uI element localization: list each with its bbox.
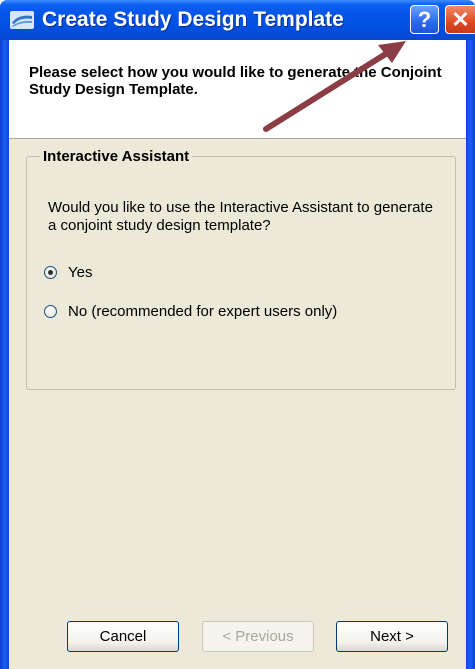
previous-button[interactable]: < Previous: [202, 621, 314, 652]
app-logo-icon: [10, 11, 34, 29]
cancel-button[interactable]: Cancel: [67, 621, 179, 652]
radio-option-yes[interactable]: Yes: [44, 264, 92, 281]
header-panel: Please select how you would like to gene…: [9, 40, 466, 139]
radio-label-yes[interactable]: Yes: [68, 264, 92, 281]
radio-label-no[interactable]: No (recommended for expert users only): [68, 303, 337, 320]
radio-button-no[interactable]: [44, 305, 57, 318]
window-title: Create Study Design Template: [42, 8, 344, 31]
title-bar[interactable]: Create Study Design Template ? ✕: [0, 0, 475, 40]
group-legend: Interactive Assistant: [40, 148, 193, 165]
window-frame-left: [0, 40, 9, 669]
interactive-assistant-group: Interactive Assistant Would you like to …: [26, 148, 456, 390]
radio-button-yes[interactable]: [44, 266, 57, 279]
close-button[interactable]: ✕: [445, 5, 475, 34]
dialog-body: Please select how you would like to gene…: [9, 40, 466, 669]
radio-option-no[interactable]: No (recommended for expert users only): [44, 303, 337, 320]
instruction-text: Please select how you would like to gene…: [29, 64, 442, 98]
question-text: Would you like to use the Interactive As…: [48, 199, 433, 234]
help-button[interactable]: ?: [410, 5, 439, 34]
close-icon: ✕: [451, 7, 470, 32]
dialog-window: Create Study Design Template ? ✕ Please …: [0, 0, 475, 669]
next-button[interactable]: Next >: [336, 621, 448, 652]
help-icon: ?: [417, 7, 432, 32]
window-frame-right: [466, 40, 475, 669]
